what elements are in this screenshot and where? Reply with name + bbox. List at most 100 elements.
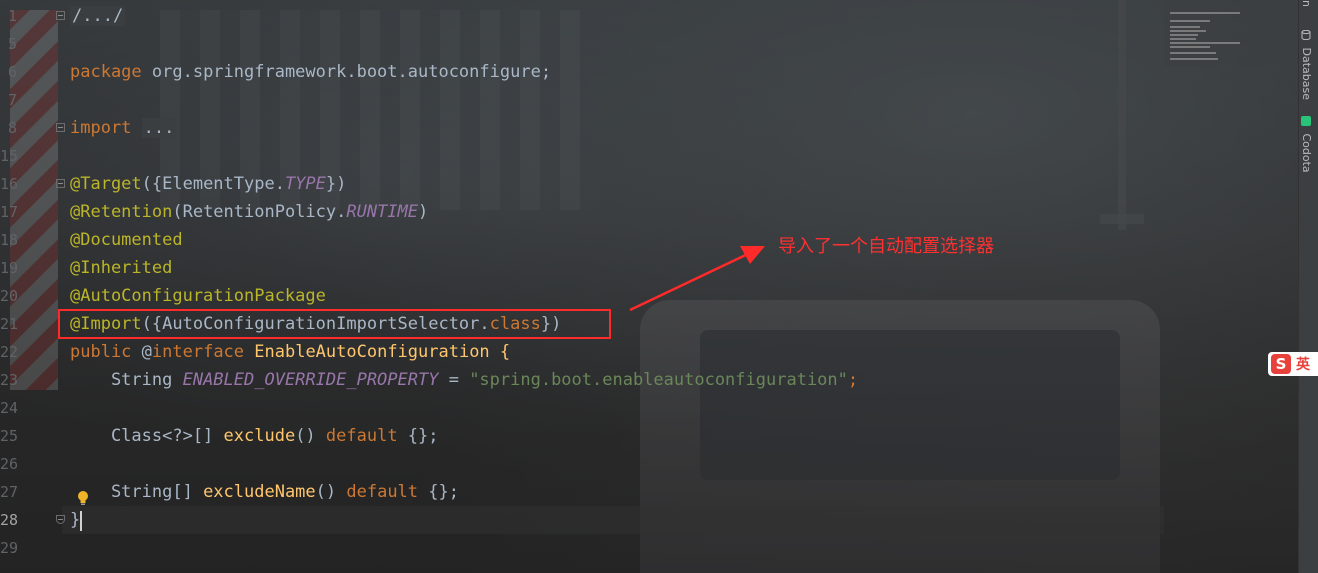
code-text: }) xyxy=(325,174,347,194)
line-number: 18 xyxy=(0,231,19,249)
line-number: 1 xyxy=(7,7,17,25)
line-number-gutter[interactable]: 1 5 6 7 8 15 16 17 18 19 20 21 22 23 24 … xyxy=(0,0,65,573)
code-text: String[] xyxy=(70,482,204,502)
annotation-inherited: @Inherited xyxy=(70,258,173,278)
right-tool-window-bar: n Database Codota xyxy=(1298,0,1318,573)
method-excludename: excludeName xyxy=(203,482,316,502)
text-caret xyxy=(80,511,82,531)
keyword-import: import xyxy=(70,118,132,138)
line-number: 23 xyxy=(0,371,19,389)
fold-toggle-icon[interactable] xyxy=(56,179,65,188)
tool-tab-codota-label: Codota xyxy=(1300,133,1313,173)
keyword-interface: interface xyxy=(151,342,245,362)
tool-tab-top[interactable]: n xyxy=(1300,0,1313,7)
collapsed-imports[interactable]: ... xyxy=(141,118,177,138)
package-name: org.springframework.boot.autoconfigure; xyxy=(141,62,552,82)
line-number-current: 28 xyxy=(0,511,19,529)
line-number: 29 xyxy=(0,539,19,557)
tool-tab-database-label: Database xyxy=(1300,47,1313,101)
keyword-default: default xyxy=(346,482,419,502)
code-minimap[interactable] xyxy=(1164,0,1298,66)
line-number: 19 xyxy=(0,259,19,277)
code-text: {}; xyxy=(418,482,459,502)
line-number: 8 xyxy=(7,119,17,137)
line-number: 5 xyxy=(7,35,17,53)
code-line-27: String[] excludeName() default {}; xyxy=(70,478,459,506)
string-literal: "spring.boot.enableautoconfiguration" xyxy=(469,370,848,390)
code-text: String xyxy=(70,370,183,390)
code-text: @ xyxy=(131,342,152,362)
background-truck-window xyxy=(700,330,1120,480)
tool-tab-top-label: n xyxy=(1300,0,1313,7)
collapsed-header-comment[interactable]: /.../ xyxy=(70,6,126,26)
minimap-line xyxy=(1170,26,1200,28)
line-number: 24 xyxy=(0,399,19,417)
annotation-target: @Target xyxy=(70,174,142,194)
line-number: 21 xyxy=(0,315,19,333)
code-line-20: @AutoConfigurationPackage xyxy=(70,282,326,310)
keyword-default: default xyxy=(325,426,398,446)
input-method-indicator[interactable]: S 英 xyxy=(1268,352,1318,376)
code-text: = xyxy=(438,370,470,390)
code-text: Class<?>[] xyxy=(70,426,224,446)
line-number: 25 xyxy=(0,427,19,445)
lightbulb-icon[interactable] xyxy=(77,490,89,506)
database-icon xyxy=(1301,30,1311,40)
line-number: 22 xyxy=(0,343,19,361)
annotation-autoconfigurationpackage: @AutoConfigurationPackage xyxy=(70,286,326,306)
code-line-23: String ENABLED_OVERRIDE_PROPERTY = "spri… xyxy=(70,366,858,394)
closing-brace: } xyxy=(70,510,81,530)
fold-toggle-icon[interactable] xyxy=(56,11,65,20)
code-text: () xyxy=(315,482,347,502)
code-line-6: package org.springframework.boot.autocon… xyxy=(70,58,551,86)
codota-icon xyxy=(1301,116,1311,126)
minimap-line xyxy=(1170,42,1240,44)
background-crane-foot xyxy=(1100,214,1144,224)
line-number: 20 xyxy=(0,287,19,305)
line-number: 15 xyxy=(0,147,19,165)
code-line-28: } xyxy=(70,506,80,534)
code-text: ({ElementType. xyxy=(141,174,285,194)
code-line-19: @Inherited xyxy=(70,254,172,282)
code-line-1: /.../ xyxy=(70,2,126,30)
background-crane xyxy=(1118,0,1126,230)
code-line-16: @Target({ElementType.TYPE}) xyxy=(70,170,346,198)
code-text: () xyxy=(295,426,326,446)
interface-name: EnableAutoConfiguration { xyxy=(244,342,511,362)
input-language-label: 英 xyxy=(1296,357,1310,373)
annotation-callout-text: 导入了一个自动配置选择器 xyxy=(778,236,994,257)
line-number: 17 xyxy=(0,203,19,221)
minimap-line xyxy=(1170,34,1198,36)
code-line-17: @Retention(RetentionPolicy.RUNTIME) xyxy=(70,198,428,226)
line-number: 7 xyxy=(7,91,17,109)
fold-end-icon[interactable] xyxy=(56,515,65,524)
constant-enabled-override: ENABLED_OVERRIDE_PROPERTY xyxy=(182,370,439,390)
tool-tab-codota[interactable]: Codota xyxy=(1300,116,1313,173)
sogou-logo-icon: S xyxy=(1271,354,1291,374)
annotation-documented: @Documented xyxy=(70,230,183,250)
code-line-25: Class<?>[] exclude() default {}; xyxy=(70,422,439,450)
code-text: (RetentionPolicy. xyxy=(172,202,347,222)
keyword-public: public xyxy=(70,342,132,362)
code-text: {}; xyxy=(397,426,439,446)
highlight-box xyxy=(58,309,611,339)
current-line-highlight xyxy=(62,506,1164,534)
minimap-line xyxy=(1170,38,1196,40)
tool-tab-database[interactable]: Database xyxy=(1300,30,1313,100)
minimap-line xyxy=(1170,46,1210,48)
annotation-arrow-icon xyxy=(629,246,765,312)
keyword-package: package xyxy=(70,62,142,82)
line-number: 27 xyxy=(0,483,19,501)
code-line-8: import ... xyxy=(70,114,177,142)
method-exclude: exclude xyxy=(223,426,296,446)
line-number: 26 xyxy=(0,455,19,473)
code-text: ; xyxy=(847,370,859,390)
fold-toggle-icon[interactable] xyxy=(56,123,65,132)
constant-type: TYPE xyxy=(284,174,326,194)
minimap-line xyxy=(1170,52,1216,54)
minimap-line xyxy=(1170,58,1218,60)
minimap-line xyxy=(1170,20,1210,22)
annotation-retention: @Retention xyxy=(70,202,173,222)
constant-runtime: RUNTIME xyxy=(346,202,419,222)
minimap-line xyxy=(1170,30,1206,32)
